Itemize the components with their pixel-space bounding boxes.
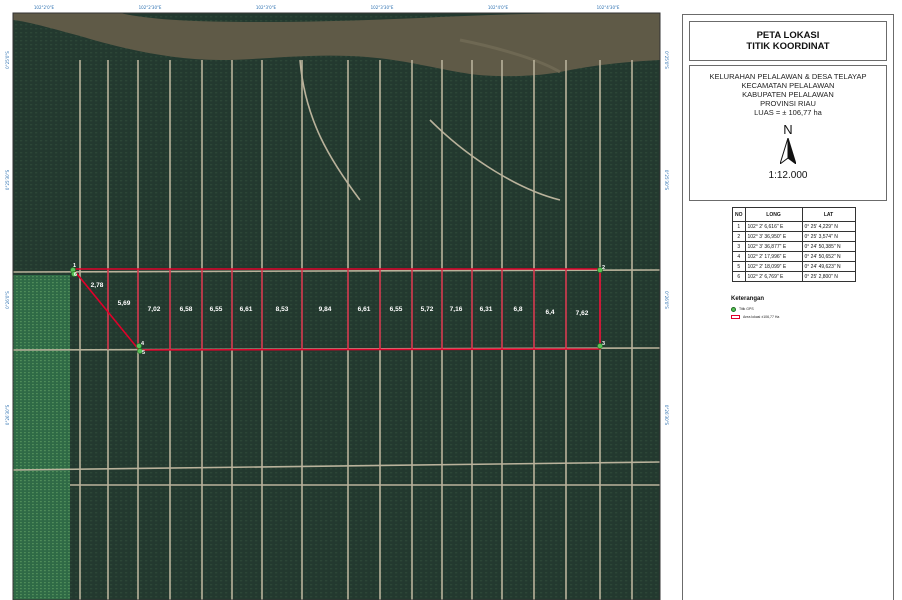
longitude-tick-label: 102°3'0"E: [256, 5, 277, 10]
latitude-tick-label-right: 0°26'0"S: [664, 291, 669, 309]
row-lat: 0° 25' 3,574" N: [801, 231, 856, 242]
row-lat: 0° 24' 49,623" N: [801, 261, 856, 272]
plot-area-label: 9,84: [319, 306, 332, 313]
gps-point-label: 5: [142, 350, 145, 356]
legend-item-label: Titik GPS: [739, 307, 754, 311]
location-provinsi: PROVINSI RIAU: [760, 99, 816, 108]
header-lat: LAT: [801, 207, 856, 222]
location-kelurahan: KELURAHAN PELALAWAN & DESA TELAYAP: [709, 72, 867, 81]
latitude-tick-label-right: 0°26'30"S: [664, 405, 669, 426]
imagery-base: [13, 13, 660, 600]
latitude-tick-label-left: 0°26'30"S: [5, 404, 10, 425]
area-boundary-icon: [731, 315, 740, 319]
row-no: 5: [732, 261, 746, 272]
latitude-tick-label-left: 0°25'0"S: [5, 51, 10, 69]
row-long: 102° 2' 6,769" E: [744, 271, 803, 282]
satellite-map[interactable]: 2,78 5,69 7,02 6,58 6,55 6,61 8,53 9,84 6,61 6,55…: [0, 0, 670, 600]
map-info-panel: PETA LOKASI TITIK KOORDINAT KELURAHAN PE…: [682, 14, 894, 600]
plot-area-label: 5,72: [421, 306, 434, 313]
location-info-box: KELURAHAN PELALAWAN & DESA TELAYAP KECAM…: [689, 65, 887, 201]
location-kecamatan: KECAMATAN PELALAWAN: [741, 81, 835, 90]
location-kabupaten: KABUPATEN PELALAWAN: [742, 90, 834, 99]
plot-area-label: 6,4: [545, 309, 554, 316]
plot-area-label: 7,02: [148, 306, 161, 313]
map-legend: Keterangan Titik GPS Area lokasi ±106,77…: [731, 296, 779, 321]
plot-area-label: 6,55: [210, 306, 223, 313]
coordinate-table-header: NO LONG LAT: [732, 207, 856, 222]
row-lat: 0° 25' 2,800" N: [801, 271, 856, 282]
row-no: 4: [732, 251, 746, 262]
row-long: 102° 3' 36,950" E: [744, 231, 803, 242]
row-no: 3: [732, 241, 746, 252]
row-lat: 0° 24' 50,385" N: [801, 241, 856, 252]
latitude-tick-label-right: 0°25'0"S: [664, 51, 669, 69]
row-long: 102° 3' 36,877" E: [744, 241, 803, 252]
longitude-tick-label: 102°2'30"E: [139, 5, 162, 10]
row-lat: 0° 25' 4,229" N: [801, 221, 856, 232]
longitude-tick-label: 102°3'30"E: [371, 5, 394, 10]
plot-area-label: 5,69: [118, 300, 131, 307]
plot-area-label: 6,61: [240, 306, 253, 313]
legend-item-gps: Titik GPS: [731, 305, 779, 313]
plot-area-label: 7,16: [450, 306, 463, 313]
row-no: 6: [732, 271, 746, 282]
row-lat: 0° 24' 50,652" N: [801, 251, 856, 262]
gps-point-icon: [731, 306, 736, 312]
north-arrow-icon: [780, 138, 796, 164]
legend-item-label: Area lokasi ±106,77 Ha: [743, 315, 780, 319]
latitude-tick-label-left: 0°25'30"S: [5, 169, 10, 190]
gps-point-label: 3: [602, 341, 605, 347]
header-no: NO: [732, 207, 746, 222]
longitude-tick-label: 102°4'30"E: [597, 5, 620, 10]
legend-title: Keterangan: [731, 296, 765, 302]
plot-area-label: 6,61: [358, 306, 371, 313]
table-row: 1 102° 2' 6,616" E 0° 25' 4,229" N: [732, 221, 856, 232]
longitude-tick-label: 102°2'0"E: [34, 5, 55, 10]
table-row: 3 102° 3' 36,877" E 0° 24' 50,385" N: [732, 241, 856, 252]
plot-area-label: 8,53: [276, 306, 289, 313]
row-long: 102° 2' 18,099" E: [744, 261, 803, 272]
row-no: 2: [732, 231, 746, 242]
plot-area-label: 6,8: [513, 306, 522, 313]
plot-area-label: 7,62: [576, 310, 589, 317]
longitude-tick-label: 102°4'0"E: [488, 5, 509, 10]
map-title-line-1: PETA LOKASI: [756, 30, 820, 41]
title-box: PETA LOKASI TITIK KOORDINAT: [689, 21, 887, 61]
table-row: 2 102° 3' 36,950" E 0° 25' 3,574" N: [732, 231, 856, 242]
map-frame: 2,78 5,69 7,02 6,58 6,55 6,61 8,53 9,84 6,61 6,55…: [0, 0, 670, 600]
plot-area-label: 6,55: [390, 306, 403, 313]
gps-point-label: 2: [602, 265, 605, 271]
map-title-line-2: TITIK KOORDINAT: [746, 41, 830, 52]
plot-area-label: 2,78: [91, 282, 104, 289]
coordinate-table: NO LONG LAT 1 102° 2' 6,616" E 0° 25' 4,22…: [732, 207, 856, 282]
area-size: LUAS = ± 106,77 ha: [754, 108, 822, 117]
row-no: 1: [732, 221, 746, 232]
gps-point-label: 1: [73, 263, 76, 269]
row-long: 102° 2' 17,996" E: [744, 251, 803, 262]
table-row: 4 102° 2' 17,996" E 0° 24' 50,652" N: [732, 251, 856, 262]
row-long: 102° 2' 6,616" E: [744, 221, 803, 232]
table-row: 5 102° 2' 18,099" E 0° 24' 49,623" N: [732, 261, 856, 272]
plot-area-label: 6,58: [180, 306, 193, 313]
north-label: N: [783, 122, 793, 137]
legend-item-area: Area lokasi ±106,77 Ha: [731, 313, 779, 321]
latitude-tick-label-left: 0°26'0"S: [5, 291, 10, 309]
latitude-tick-label-right: 0°25'30"S: [664, 170, 669, 191]
gps-point-label: 6: [74, 272, 77, 278]
map-scale: 1:12.000: [768, 170, 808, 181]
table-row: 6 102° 2' 6,769" E 0° 25' 2,800" N: [732, 271, 856, 282]
header-long: LONG: [744, 207, 803, 222]
plot-area-label: 6,31: [480, 306, 493, 313]
